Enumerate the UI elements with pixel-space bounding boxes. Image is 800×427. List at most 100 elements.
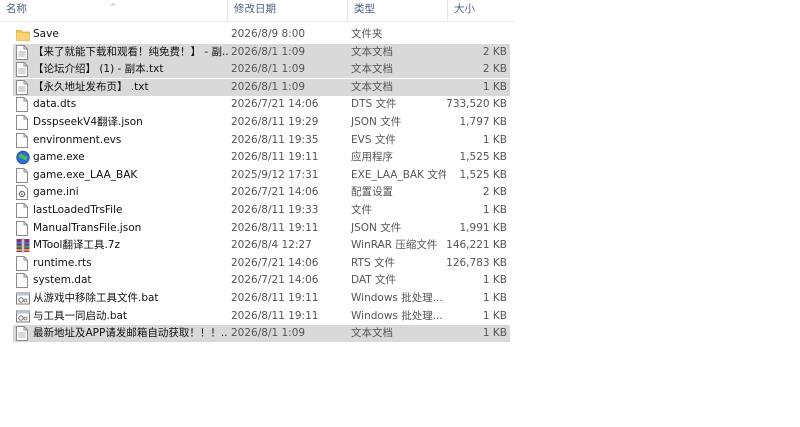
file-row[interactable]: game.ini 2026/7/21 14:06 配置设置 2 KB	[13, 184, 510, 201]
file-type: 文本文档	[351, 45, 393, 58]
file-type: 文本文档	[351, 63, 393, 76]
file-type: WinRAR 压缩文件	[351, 239, 438, 252]
file-date: 2026/8/11 19:29	[231, 116, 319, 128]
file-row[interactable]: MTool翻译工具.7z 2026/8/4 12:27 WinRAR 压缩文件 146…	[13, 237, 510, 254]
file-size: 733,520 KB	[446, 98, 507, 111]
column-header-type[interactable]: 类型	[347, 0, 447, 21]
file-row[interactable]: lastLoadedTrsFile 2026/8/11 19:33 文件 1 KB	[13, 202, 510, 219]
file-size	[433, 26, 507, 43]
file-name: data.dts	[33, 98, 77, 111]
file-row[interactable]: 【永久地址发布页】 .txt 2026/8/1 1:09 文本文档 1 KB	[13, 78, 510, 96]
file-name: game.exe	[33, 151, 85, 164]
file-icon	[16, 220, 28, 236]
file-type: JSON 文件	[351, 116, 402, 128]
file-size: 2 KB	[482, 63, 507, 76]
file-icon	[16, 132, 28, 148]
file-name: 【论坛介绍】 (1) - 副本.txt	[33, 63, 164, 76]
file-date: 2025/9/12 17:31	[231, 168, 319, 181]
file-type: JSON 文件	[351, 221, 402, 234]
file-date: 2026/8/1 1:09	[231, 45, 306, 58]
file-name: system.dat	[33, 274, 92, 287]
file-size: 1 KB	[482, 327, 507, 340]
file-size: 1 KB	[482, 133, 507, 146]
file-type: RTS 文件	[351, 256, 395, 269]
file-row[interactable]: 【论坛介绍】 (1) - 副本.txt 2026/8/1 1:09 文本文档 2 KB	[13, 61, 510, 79]
file-row[interactable]: data.dts 2026/7/21 14:06 DTS 文件 733,520 KB	[13, 96, 510, 113]
file-row[interactable]: game.exe 2026/8/11 19:11 应用程序 1,525 KB	[13, 149, 510, 166]
file-size: 1 KB	[482, 80, 507, 93]
file-row[interactable]: DsspseekV4翻译.json 2026/8/11 19:29 JSON 文件 1…	[13, 114, 510, 131]
column-header-name[interactable]: 名称 ^	[0, 0, 227, 21]
file-date: 2026/8/11 19:35	[231, 133, 319, 146]
file-row[interactable]: runtime.rts 2026/7/21 14:06 RTS 文件 126,783 …	[13, 255, 510, 272]
file-row[interactable]: 【来了就能下载和观看！纯免费！】 - 副... 2026/8/1 1:09 文本文档…	[13, 43, 510, 61]
text-file-icon	[16, 79, 28, 95]
file-type: DAT 文件	[351, 274, 397, 287]
file-size: 1,991 KB	[459, 221, 508, 234]
file-name: Save	[33, 28, 59, 40]
file-type: 配置设置	[351, 186, 393, 199]
file-row[interactable]: 最新地址及APP请发邮箱自动获取！！！... 2026/8/1 1:09 文本文档 1…	[13, 325, 510, 343]
text-file-icon	[16, 62, 28, 78]
file-size: 1 KB	[482, 292, 507, 304]
file-size: 1 KB	[482, 204, 507, 216]
file-name: 【来了就能下载和观看！纯免费！】 - 副...	[33, 45, 228, 58]
file-name: ManualTransFile.json	[33, 221, 142, 234]
file-row[interactable]: environment.evs 2026/8/11 19:35 EVS 文件 1 KB	[13, 132, 510, 149]
file-type: 文件夹	[351, 28, 383, 40]
app-exe-icon	[16, 150, 30, 165]
file-row[interactable]: 从游戏中移除工具文件.bat 2026/8/11 19:11 Windows 批处理…	[13, 290, 510, 307]
file-row[interactable]: 与工具一同启动.bat 2026/8/11 19:11 Windows 批处理...…	[13, 308, 510, 325]
file-size: 126,783 KB	[446, 256, 507, 269]
file-name: game.exe_LAA_BAK	[33, 168, 138, 181]
file-size: 1,797 KB	[459, 116, 508, 128]
column-header-size-label: 大小	[454, 3, 475, 15]
column-header-type-label: 类型	[354, 3, 375, 15]
file-date: 2026/8/11 19:33	[231, 204, 319, 216]
text-file-icon	[16, 44, 28, 60]
file-date: 2026/7/21 14:06	[231, 186, 319, 199]
file-type: Windows 批处理...	[351, 309, 443, 322]
file-size: 1 KB	[482, 274, 507, 287]
file-name: 【永久地址发布页】 .txt	[33, 80, 149, 93]
file-name: 最新地址及APP请发邮箱自动获取！！！...	[33, 327, 228, 340]
file-icon	[16, 273, 28, 289]
file-row[interactable]: ManualTransFile.json 2026/8/11 19:11 JSON …	[13, 220, 510, 237]
file-icon	[16, 167, 28, 183]
file-size: 146,221 KB	[446, 239, 507, 252]
file-name: environment.evs	[33, 133, 122, 146]
file-name: 从游戏中移除工具文件.bat	[33, 292, 159, 304]
file-size: 1,525 KB	[459, 151, 508, 164]
file-row[interactable]: system.dat 2026/7/21 14:06 DAT 文件 1 KB	[13, 272, 510, 289]
settings-file-icon	[16, 185, 28, 201]
file-name: MTool翻译工具.7z	[33, 239, 120, 252]
column-header-name-label: 名称	[6, 3, 27, 15]
file-date: 2026/8/11 19:11	[231, 292, 319, 304]
file-date: 2026/8/4 12:27	[231, 239, 312, 252]
file-icon	[16, 97, 28, 113]
file-size: 2 KB	[482, 186, 507, 199]
column-header-date-label: 修改日期	[234, 3, 276, 15]
text-file-icon	[16, 326, 28, 342]
file-row[interactable]: Save 2026/8/9 8:00 文件夹	[13, 26, 510, 43]
file-size: 1 KB	[482, 309, 507, 322]
file-date: 2026/7/21 14:06	[231, 256, 319, 269]
file-icon	[16, 255, 28, 271]
file-date: 2026/7/21 14:06	[231, 274, 319, 287]
file-date: 2026/7/21 14:06	[231, 98, 319, 111]
file-row[interactable]: game.exe_LAA_BAK 2025/9/12 17:31 EXE_LAA_B…	[13, 167, 510, 184]
file-date: 2026/8/11 19:11	[231, 221, 319, 234]
file-date: 2026/8/11 19:11	[231, 309, 319, 322]
file-date: 2026/8/9 8:00	[231, 28, 306, 40]
file-type: 应用程序	[351, 151, 393, 164]
file-type: DTS 文件	[351, 98, 397, 111]
file-icon	[16, 203, 28, 218]
column-header-size[interactable]: 大小	[447, 0, 515, 21]
file-date: 2026/8/1 1:09	[231, 63, 306, 76]
file-size: 2 KB	[482, 45, 507, 58]
file-date: 2026/8/11 19:11	[231, 151, 319, 164]
file-name: 与工具一同启动.bat	[33, 309, 128, 322]
file-type: 文本文档	[351, 80, 393, 93]
column-header-date[interactable]: 修改日期	[227, 0, 347, 21]
file-name: runtime.rts	[33, 256, 92, 269]
